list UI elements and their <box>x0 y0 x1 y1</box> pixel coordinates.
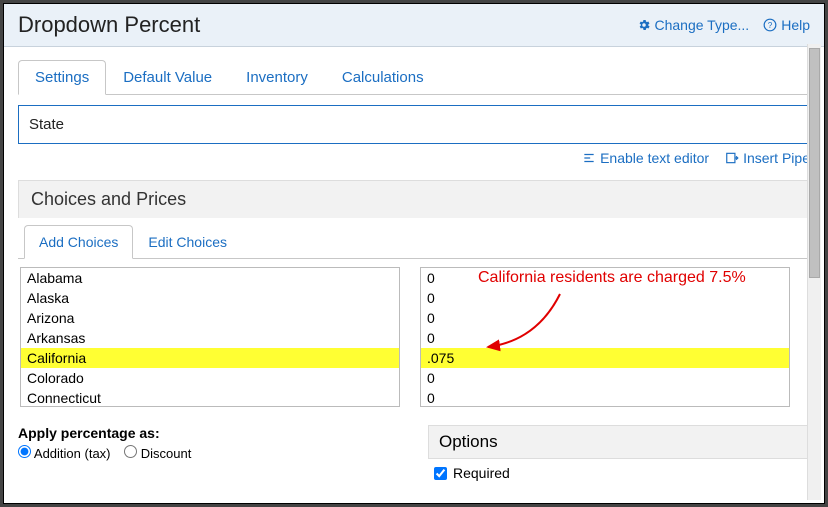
tab-inventory[interactable]: Inventory <box>229 60 325 95</box>
apply-as-discount-option[interactable]: Discount <box>124 446 191 461</box>
modal-body: Settings Default Value Inventory Calcula… <box>4 47 824 503</box>
footer-area: Apply percentage as: Addition (tax) Disc… <box>18 425 810 481</box>
help-link[interactable]: ? Help <box>763 17 810 33</box>
state-row[interactable]: Alaska <box>21 288 399 308</box>
state-row[interactable]: Arizona <box>21 308 399 328</box>
price-row[interactable]: 0 <box>421 368 789 388</box>
price-row[interactable]: 0 <box>421 308 789 328</box>
choices-subtabs: Add Choices Edit Choices <box>18 218 810 259</box>
gear-icon <box>637 18 651 32</box>
apply-as-addition-radio[interactable] <box>18 445 31 458</box>
modal-header: Dropdown Percent Change Type... ? Help <box>4 4 824 47</box>
scrollbar-thumb[interactable] <box>809 48 820 278</box>
modal-title: Dropdown Percent <box>18 12 200 38</box>
tab-settings[interactable]: Settings <box>18 60 106 95</box>
header-actions: Change Type... ? Help <box>637 17 811 33</box>
change-type-link[interactable]: Change Type... <box>637 17 750 33</box>
price-row[interactable]: 0 <box>421 268 789 288</box>
state-row[interactable]: Arkansas <box>21 328 399 348</box>
choices-grid: AlabamaAlaskaArizonaArkansasCaliforniaCo… <box>18 259 810 417</box>
question-icon: ? <box>763 18 777 32</box>
modal-scrollbar[interactable] <box>807 44 821 500</box>
state-row[interactable]: California <box>21 348 399 368</box>
name-input-actions: Enable text editor Insert Pipe <box>18 150 810 166</box>
apply-as-discount-label: Discount <box>141 446 192 461</box>
options-title: Options <box>428 425 810 459</box>
apply-percentage-label: Apply percentage as: <box>18 425 408 441</box>
price-row[interactable]: 0 <box>421 328 789 348</box>
state-row[interactable]: Colorado <box>21 368 399 388</box>
price-row[interactable]: 0 <box>421 288 789 308</box>
tab-default-value[interactable]: Default Value <box>106 60 229 95</box>
insert-pipe-label: Insert Pipe <box>743 150 810 166</box>
prices-listbox[interactable]: 0000.075000 <box>420 267 790 407</box>
main-tabs: Settings Default Value Inventory Calcula… <box>18 59 810 95</box>
state-row[interactable]: Alabama <box>21 268 399 288</box>
choices-section-title: Choices and Prices <box>18 180 810 218</box>
field-name-input[interactable] <box>18 105 810 144</box>
enable-text-editor-link[interactable]: Enable text editor <box>582 150 709 166</box>
options-section: Options Required <box>428 425 810 481</box>
enable-text-editor-label: Enable text editor <box>600 150 709 166</box>
insert-pipe-link[interactable]: Insert Pipe <box>725 150 810 166</box>
required-checkbox[interactable] <box>434 467 447 480</box>
help-label: Help <box>781 17 810 33</box>
modal: Dropdown Percent Change Type... ? Help S… <box>3 3 825 504</box>
change-type-label: Change Type... <box>655 17 750 33</box>
tab-calculations[interactable]: Calculations <box>325 60 441 95</box>
svg-text:?: ? <box>768 21 773 30</box>
subtab-edit-choices[interactable]: Edit Choices <box>133 225 242 259</box>
required-label: Required <box>453 465 510 481</box>
apply-as-addition-option[interactable]: Addition (tax) <box>18 446 114 461</box>
states-listbox[interactable]: AlabamaAlaskaArizonaArkansasCaliforniaCo… <box>20 267 400 407</box>
apply-as-discount-radio[interactable] <box>124 445 137 458</box>
subtab-add-choices[interactable]: Add Choices <box>24 225 133 259</box>
price-row[interactable]: .075 <box>421 348 789 368</box>
text-editor-icon <box>582 151 596 165</box>
price-row[interactable]: 0 <box>421 388 789 407</box>
insert-pipe-icon <box>725 151 739 165</box>
options-body: Required <box>428 465 810 481</box>
apply-as-addition-label: Addition (tax) <box>34 446 111 461</box>
state-row[interactable]: Connecticut <box>21 388 399 407</box>
apply-percentage-group: Apply percentage as: Addition (tax) Disc… <box>18 425 408 481</box>
